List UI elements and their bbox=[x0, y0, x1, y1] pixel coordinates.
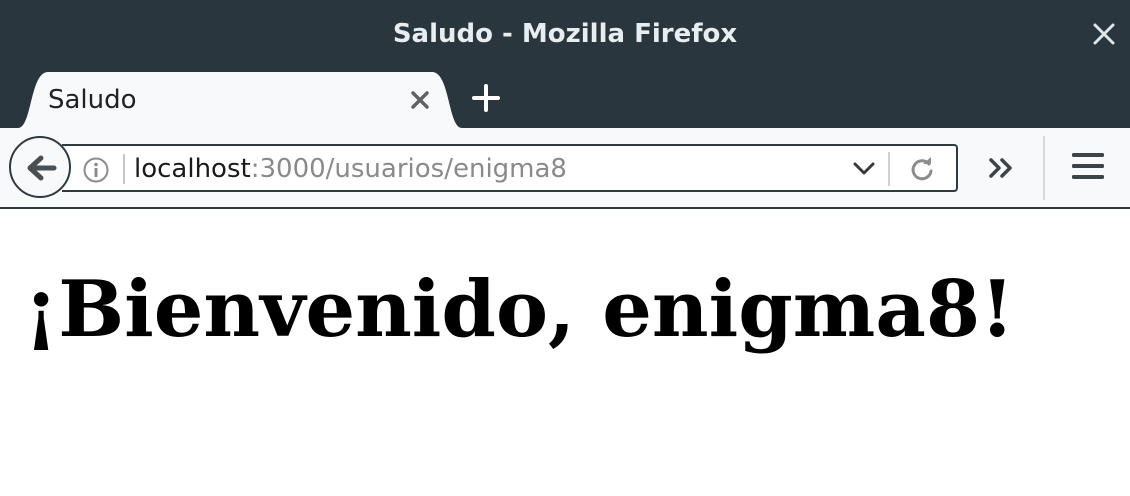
url-host: localhost bbox=[134, 154, 251, 184]
hamburger-icon bbox=[1072, 153, 1104, 179]
double-chevron-icon bbox=[989, 158, 1012, 178]
tab-strip: Saludo bbox=[0, 68, 1130, 128]
url-text[interactable]: localhost:3000/usuarios/enigma8 bbox=[134, 146, 567, 190]
new-tab-button[interactable] bbox=[470, 82, 502, 114]
chevron-down-icon[interactable] bbox=[850, 158, 878, 180]
toolbar-separator bbox=[1043, 136, 1045, 200]
info-icon[interactable] bbox=[82, 156, 110, 184]
url-separator-2 bbox=[888, 152, 890, 186]
page-content: ¡Bienvenido, enigma8! bbox=[0, 209, 1130, 496]
tab-close-icon bbox=[411, 91, 429, 109]
plus-icon bbox=[472, 84, 500, 112]
title-bar: Saludo - Mozilla Firefox bbox=[0, 0, 1130, 68]
overflow-button[interactable] bbox=[986, 152, 1018, 184]
page-heading: ¡Bienvenido, enigma8! bbox=[24, 264, 1015, 355]
back-button[interactable] bbox=[9, 136, 71, 198]
back-arrow-icon bbox=[27, 155, 57, 181]
window-close-button[interactable] bbox=[1090, 20, 1118, 48]
window-title: Saludo - Mozilla Firefox bbox=[392, 19, 738, 49]
url-path: :3000/usuarios/enigma8 bbox=[250, 154, 567, 184]
close-icon bbox=[1093, 23, 1115, 45]
url-bar[interactable]: localhost:3000/usuarios/enigma8 bbox=[62, 144, 958, 192]
navigation-toolbar: localhost:3000/usuarios/enigma8 bbox=[0, 128, 1130, 208]
menu-button[interactable] bbox=[1068, 148, 1108, 184]
url-separator bbox=[123, 154, 125, 184]
tab-title: Saludo bbox=[48, 85, 137, 115]
tab-saludo[interactable]: Saludo bbox=[18, 72, 462, 128]
reload-icon[interactable] bbox=[908, 155, 936, 183]
tab-close-button[interactable] bbox=[408, 88, 432, 112]
